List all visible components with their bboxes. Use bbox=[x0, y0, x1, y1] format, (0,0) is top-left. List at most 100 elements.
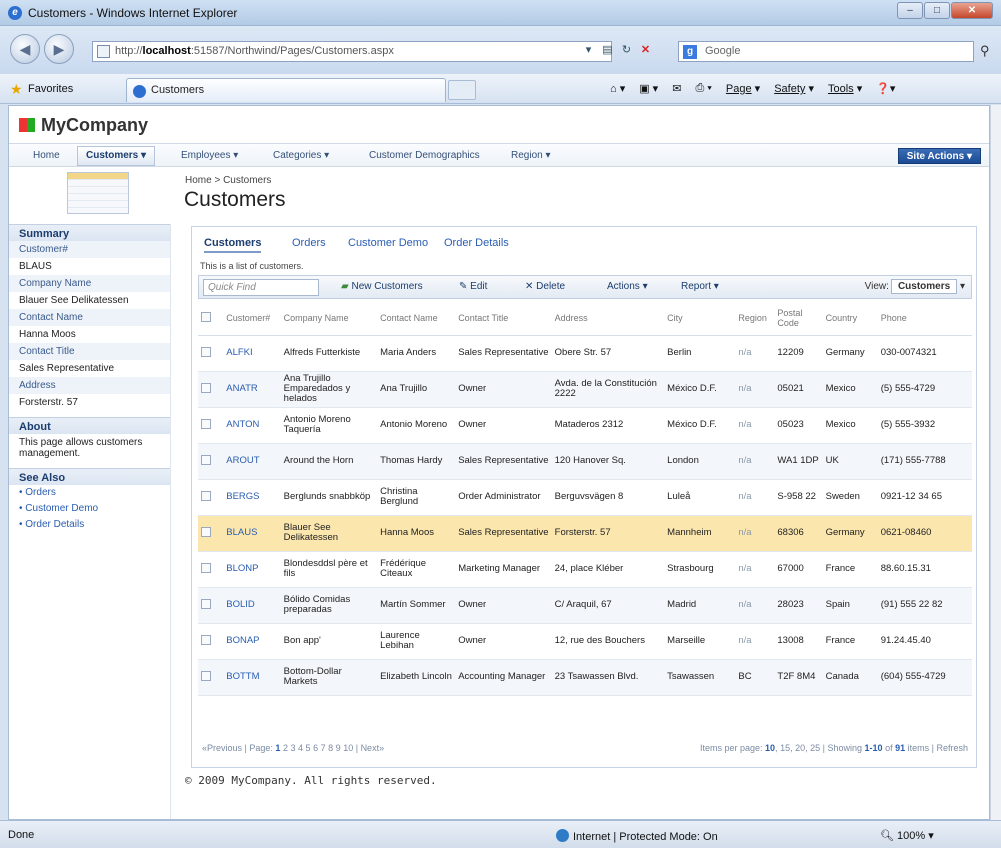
col-phone[interactable]: Phone bbox=[877, 301, 972, 336]
delete-button[interactable]: ✕ Delete bbox=[525, 281, 565, 292]
see-also-customer-demo[interactable]: • Customer Demo bbox=[9, 501, 170, 517]
page-menu[interactable]: Page ▾ bbox=[726, 82, 760, 95]
mail-icon[interactable]: ✉ bbox=[672, 82, 681, 95]
view-selector[interactable]: View: Customers ▾ bbox=[865, 279, 965, 294]
feeds-icon[interactable]: ▣ ▾ bbox=[639, 82, 658, 95]
page-4[interactable]: 4 bbox=[298, 743, 303, 753]
refresh-icon[interactable]: ↻ bbox=[618, 42, 635, 59]
table-row[interactable]: BONAP Bon app' Laurence Lebihan Owner 12, ru… bbox=[198, 623, 972, 660]
page-9[interactable]: 9 bbox=[336, 743, 341, 753]
page-scrollbar[interactable] bbox=[990, 105, 1001, 820]
actions-menu[interactable]: Actions ▾ bbox=[607, 281, 648, 292]
row-checkbox[interactable] bbox=[198, 623, 224, 660]
page-2[interactable]: 2 bbox=[283, 743, 288, 753]
row-checkbox[interactable] bbox=[198, 407, 224, 444]
site-actions-button[interactable]: Site Actions ▾ bbox=[897, 148, 981, 164]
cell-customer-id[interactable]: ANATR bbox=[223, 371, 281, 408]
table-row[interactable]: BERGS Berglunds snabbköp Christina Berglun… bbox=[198, 479, 972, 516]
search-field[interactable]: g Google bbox=[678, 41, 974, 62]
tab-order-details[interactable]: Order Details bbox=[444, 237, 509, 249]
row-checkbox[interactable] bbox=[198, 515, 224, 552]
table-row[interactable]: ANATR Ana Trujillo Emparedados y helados A… bbox=[198, 371, 972, 408]
refresh-link[interactable]: Refresh bbox=[936, 743, 968, 753]
per-page-10[interactable]: 10 bbox=[765, 743, 775, 753]
new-customers-button[interactable]: ▰ New Customers bbox=[341, 281, 423, 292]
compatibility-icon[interactable]: ▤ bbox=[599, 42, 616, 59]
favorites-button[interactable]: Favorites bbox=[28, 83, 73, 95]
page-7[interactable]: 7 bbox=[321, 743, 326, 753]
print-icon[interactable]: ⎙ ▾ bbox=[695, 82, 711, 95]
col-contact-name[interactable]: Contact Name bbox=[377, 301, 456, 336]
report-menu[interactable]: Report ▾ bbox=[681, 281, 719, 292]
col-city[interactable]: City bbox=[664, 301, 736, 336]
table-row[interactable]: BOTTM Bottom-Dollar Markets Elizabeth Linc… bbox=[198, 659, 972, 696]
page-5[interactable]: 5 bbox=[306, 743, 311, 753]
per-page-20[interactable]: 20 bbox=[795, 743, 805, 753]
row-checkbox[interactable] bbox=[198, 335, 224, 372]
col-region[interactable]: Region bbox=[735, 301, 775, 336]
col-contact-title[interactable]: Contact Title bbox=[455, 301, 552, 336]
col-customer-id[interactable]: Customer# bbox=[223, 301, 281, 336]
table-row[interactable]: AROUT Around the Horn Thomas Hardy Sales Re… bbox=[198, 443, 972, 480]
row-checkbox[interactable] bbox=[198, 443, 224, 480]
maximize-button[interactable]: □ bbox=[924, 2, 950, 19]
per-page-25[interactable]: 25 bbox=[810, 743, 820, 753]
new-tab-button[interactable] bbox=[448, 80, 476, 100]
page-1[interactable]: 1 bbox=[275, 743, 280, 753]
per-page-15[interactable]: 15 bbox=[780, 743, 790, 753]
edit-button[interactable]: ✎ Edit bbox=[459, 281, 487, 292]
help-icon[interactable]: ❓▾ bbox=[876, 82, 895, 95]
row-checkbox[interactable] bbox=[198, 551, 224, 588]
security-zone[interactable]: Internet | Protected Mode: On bbox=[556, 829, 718, 843]
browser-tab[interactable]: Customers bbox=[126, 78, 446, 102]
nav-customers[interactable]: Customers ▾ bbox=[77, 146, 156, 166]
select-all-checkbox[interactable] bbox=[198, 301, 224, 336]
favorites-star-icon[interactable]: ★ bbox=[10, 81, 23, 98]
page-6[interactable]: 6 bbox=[313, 743, 318, 753]
nav-region[interactable]: Region ▾ bbox=[511, 150, 551, 161]
page-3[interactable]: 3 bbox=[290, 743, 295, 753]
table-row[interactable]: BOLID Bólido Comidas preparadas Martín Som… bbox=[198, 587, 972, 624]
cell-customer-id[interactable]: BOLID bbox=[223, 587, 281, 624]
row-checkbox[interactable] bbox=[198, 371, 224, 408]
page-10[interactable]: 10 bbox=[343, 743, 353, 753]
quick-find-input[interactable]: Quick Find bbox=[203, 279, 319, 296]
search-icon[interactable]: ⚲ bbox=[980, 43, 990, 59]
cell-customer-id[interactable]: ANTON bbox=[223, 407, 281, 444]
cell-customer-id[interactable]: BONAP bbox=[223, 623, 281, 660]
tools-menu[interactable]: Tools ▾ bbox=[828, 82, 862, 95]
col-country[interactable]: Country bbox=[822, 301, 878, 336]
previous-link[interactable]: «Previous bbox=[202, 743, 242, 753]
table-row[interactable]: BLAUS Blauer See Delikatessen Hanna Moos Sa… bbox=[198, 515, 972, 552]
table-row[interactable]: BLONP Blondesddsl père et fils Frédérique … bbox=[198, 551, 972, 588]
col-company-name[interactable]: Company Name bbox=[280, 301, 378, 336]
back-button[interactable]: ◀ bbox=[10, 34, 40, 64]
nav-categories[interactable]: Categories ▾ bbox=[273, 150, 329, 161]
cell-customer-id[interactable]: BLONP bbox=[223, 551, 281, 588]
zoom-control[interactable]: 🔍︎ 100% ▾ bbox=[880, 829, 934, 842]
row-checkbox[interactable] bbox=[198, 587, 224, 624]
tab-customers[interactable]: Customers bbox=[204, 237, 262, 253]
nav-employees[interactable]: Employees ▾ bbox=[181, 150, 238, 161]
nav-home[interactable]: Home bbox=[33, 150, 60, 161]
close-window-button[interactable]: ✕ bbox=[951, 2, 993, 19]
home-icon[interactable]: ⌂ ▾ bbox=[610, 82, 625, 95]
row-checkbox[interactable] bbox=[198, 479, 224, 516]
col-address[interactable]: Address bbox=[551, 301, 665, 336]
table-row[interactable]: ALFKI Alfreds Futterkiste Maria Anders Sale… bbox=[198, 335, 972, 372]
tab-orders[interactable]: Orders bbox=[292, 237, 326, 249]
tab-customer-demo[interactable]: Customer Demo bbox=[348, 237, 428, 249]
safety-menu[interactable]: Safety ▾ bbox=[774, 82, 814, 95]
cell-customer-id[interactable]: BLAUS bbox=[223, 515, 281, 552]
breadcrumb[interactable]: Home > Customers bbox=[185, 175, 271, 186]
stop-icon[interactable]: ✕ bbox=[637, 42, 654, 59]
cell-customer-id[interactable]: ALFKI bbox=[223, 335, 281, 372]
minimize-button[interactable]: – bbox=[897, 2, 923, 19]
nav-customer-demographics[interactable]: Customer Demographics bbox=[369, 150, 480, 161]
row-checkbox[interactable] bbox=[198, 659, 224, 696]
url-field[interactable]: http://localhost:51587/Northwind/Pages/C… bbox=[92, 41, 612, 62]
see-also-orders[interactable]: • Orders bbox=[9, 485, 170, 501]
dropdown-icon[interactable]: ▾ bbox=[580, 42, 597, 59]
cell-customer-id[interactable]: AROUT bbox=[223, 443, 281, 480]
next-link[interactable]: Next» bbox=[361, 743, 385, 753]
